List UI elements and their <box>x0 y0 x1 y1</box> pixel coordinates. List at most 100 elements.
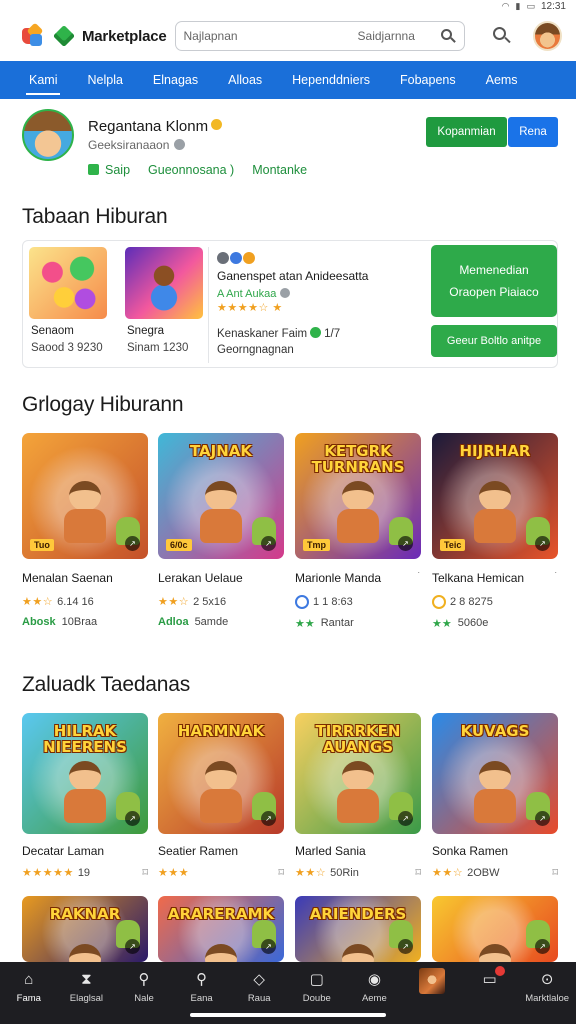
search-icon[interactable] <box>492 27 511 45</box>
game-card[interactable]: RAKNAR ↗ <box>22 896 148 962</box>
game-thumbnail[interactable]: ARIENDERS ↗ <box>295 896 421 962</box>
bottom-nav-item[interactable]: ⊙ Marktlaloe <box>518 962 576 1024</box>
bottom-nav-label: Fama <box>16 993 41 1004</box>
corner-badge-icon[interactable]: ↗ <box>261 811 276 826</box>
info-icon[interactable] <box>174 139 186 150</box>
game-card[interactable]: HILRAK NIEERENS ↗ Decatar Laman ★★★★★ 19 ⌑ <box>22 713 148 879</box>
character-body <box>474 789 516 823</box>
info-icon[interactable] <box>280 288 291 298</box>
game-thumbnail[interactable]: Tuo ↗ <box>22 433 148 559</box>
game-tag: Tuo <box>30 539 54 551</box>
tab-hependdniers[interactable]: Hependdniers <box>277 61 385 99</box>
corner-badge-icon[interactable]: ↗ <box>398 939 413 954</box>
corner-badge-icon[interactable]: ↗ <box>398 811 413 826</box>
bottom-nav-item[interactable] <box>403 962 461 1024</box>
game-thumbnail[interactable]: HARMNAK ↗ <box>158 713 284 834</box>
bottom-nav-label: Doube <box>302 993 331 1004</box>
corner-badge-icon[interactable]: ↗ <box>398 536 413 551</box>
game-card[interactable]: Tuo ↗ Menalan Saenan ★★☆ 6.14 16 Abosk 10Braa <box>22 433 148 628</box>
inbox-icon: ▭ <box>481 966 505 988</box>
game-sub: Adloa 5amde <box>158 616 284 628</box>
notification-badge <box>494 966 505 976</box>
corner-badge-icon[interactable]: ↗ <box>125 939 140 954</box>
tab-fobapens[interactable]: Fobapens <box>385 61 471 99</box>
game-banner-text: KUVAGS <box>460 722 530 740</box>
game-card[interactable]: KUVAGS ↗ Sonka Ramen ★★☆ 2OBW ⌑ <box>432 713 558 879</box>
game-card[interactable]: ↗ <box>432 896 558 962</box>
featured-thumb-2[interactable] <box>125 247 203 319</box>
game-sub: ★★ 5060e <box>432 617 558 630</box>
rating-stars: ★★☆ <box>295 867 327 879</box>
game-title-text: Menalan Saenan <box>22 571 113 585</box>
game-thumbnail[interactable]: RAKNAR ↗ <box>22 896 148 962</box>
bottom-nav-item[interactable]: ⚲ Nale <box>115 962 173 1024</box>
game-thumbnail[interactable]: TAJNAK 6/0c ↗ <box>158 433 284 559</box>
game-thumbnail[interactable]: ↗ <box>432 896 558 962</box>
profile-subtitle: Geeksiranaaon <box>88 138 186 152</box>
tab-nelpla[interactable]: Nelpla <box>72 61 137 99</box>
game-card[interactable]: HARMNAK ↗ Seatier Ramen ★★★ ⌑ <box>158 713 284 879</box>
bottom-nav-item[interactable]: ⌂ Fama <box>0 962 58 1024</box>
rating-value: 2OBW <box>467 866 500 879</box>
bottom-nav-item[interactable]: ▭ <box>461 962 519 1024</box>
rating-value: 19 <box>77 866 91 879</box>
orange-dot-icon <box>243 252 255 264</box>
game-card[interactable]: ARIENDERS ↗ <box>295 896 421 962</box>
game-rating: 1 1 8:63 <box>295 595 421 609</box>
profile-link-saip[interactable]: Saip <box>88 163 130 177</box>
game-card[interactable]: TAJNAK 6/0c ↗ Lerakan Uelaue ★★☆ 2 5x16 Adloa 5… <box>158 433 284 628</box>
profile-avatar[interactable] <box>22 109 74 161</box>
game-thumbnail[interactable]: ARARERAMK ↗ <box>158 896 284 962</box>
featured-card: Senaom Saood 3 9230 Snegra Sinam 1230 Ga… <box>22 240 558 368</box>
primary-action-button[interactable]: Kopanmian <box>426 117 507 147</box>
character-head <box>342 944 374 962</box>
bookmark-icon[interactable]: ⌑ <box>415 866 421 879</box>
search-icon[interactable] <box>440 28 456 44</box>
corner-badge-icon[interactable]: ↗ <box>261 536 276 551</box>
bookmark-icon[interactable]: ⌑ <box>552 866 558 879</box>
profile-link-3[interactable]: Montanke <box>252 163 307 177</box>
corner-badge-icon[interactable]: ↗ <box>535 811 550 826</box>
app-logo[interactable]: Marketplace <box>22 22 167 48</box>
corner-badge-icon[interactable]: ↗ <box>535 939 550 954</box>
square-icon: ▢ <box>309 971 324 988</box>
profile-link-2[interactable]: Gueonnosana ) <box>148 163 234 177</box>
game-rating: 2 8 8275 <box>432 595 558 609</box>
game-thumbnail[interactable]: HILRAK NIEERENS ↗ <box>22 713 148 834</box>
featured-secondary-button[interactable]: Geeur Boltlo anitpe <box>431 325 557 357</box>
game-thumbnail[interactable]: KETGRK TURNRANS Tmp ↗ <box>295 433 421 559</box>
character-head <box>342 481 374 511</box>
more-icon[interactable]: ˙ <box>554 571 558 585</box>
bookmark-icon[interactable]: ⌑ <box>142 866 148 879</box>
game-rating: ★★☆ 6.14 16 <box>22 595 148 609</box>
bookmark-icon[interactable]: ⌑ <box>278 866 284 879</box>
bottom-nav-label: Nale <box>134 993 154 1004</box>
game-card[interactable]: ARARERAMK ↗ <box>158 896 284 962</box>
character-illustration <box>468 944 522 962</box>
game-card[interactable]: HIJRHAR Teic ↗ Telkana Hemican ˙ 2 8 8275 ★★ 50… <box>432 433 558 630</box>
corner-badge-icon[interactable]: ↗ <box>125 536 140 551</box>
tab-elnagas[interactable]: Elnagas <box>138 61 213 99</box>
status-bar: ◠ ▮ ▭ 12:31 <box>0 0 576 12</box>
game-thumbnail[interactable]: KUVAGS ↗ <box>432 713 558 834</box>
game-card[interactable]: KETGRK TURNRANS Tmp ↗ Marionle Manda ˙ 1 1 8:… <box>295 433 421 630</box>
user-avatar[interactable] <box>532 21 562 51</box>
game-card[interactable]: TIRRRKEN AUANGS ↗ Marled Sania ★★☆ 50Rin ⌑ <box>295 713 421 879</box>
more-icon[interactable]: ˙ <box>417 571 421 585</box>
corner-badge-icon[interactable]: ↗ <box>535 536 550 551</box>
bottom-nav-label: Marktlaloe <box>525 993 570 1004</box>
featured-main-button[interactable]: Memenedian Oraopen Piaiaco <box>431 245 557 317</box>
game-thumbnail[interactable]: TIRRRKEN AUANGS ↗ <box>295 713 421 834</box>
game-thumbnail[interactable] <box>418 968 445 994</box>
game-thumbnail[interactable]: HIJRHAR Teic ↗ <box>432 433 558 559</box>
bottom-nav-item[interactable]: ⧗ Elaglsal <box>58 962 116 1024</box>
featured-rating-stars: ★★★★☆ ★ <box>217 302 283 314</box>
corner-badge-icon[interactable]: ↗ <box>125 811 140 826</box>
search-input[interactable]: Najlapnan Saidjarnna <box>174 21 465 51</box>
secondary-action-button[interactable]: Rena <box>508 117 558 147</box>
featured-thumb-1[interactable] <box>29 247 107 319</box>
tab-kami[interactable]: Kami <box>14 61 72 99</box>
tab-alloas[interactable]: Alloas <box>213 61 277 99</box>
tab-aems[interactable]: Aems <box>471 61 533 99</box>
corner-badge-icon[interactable]: ↗ <box>261 939 276 954</box>
